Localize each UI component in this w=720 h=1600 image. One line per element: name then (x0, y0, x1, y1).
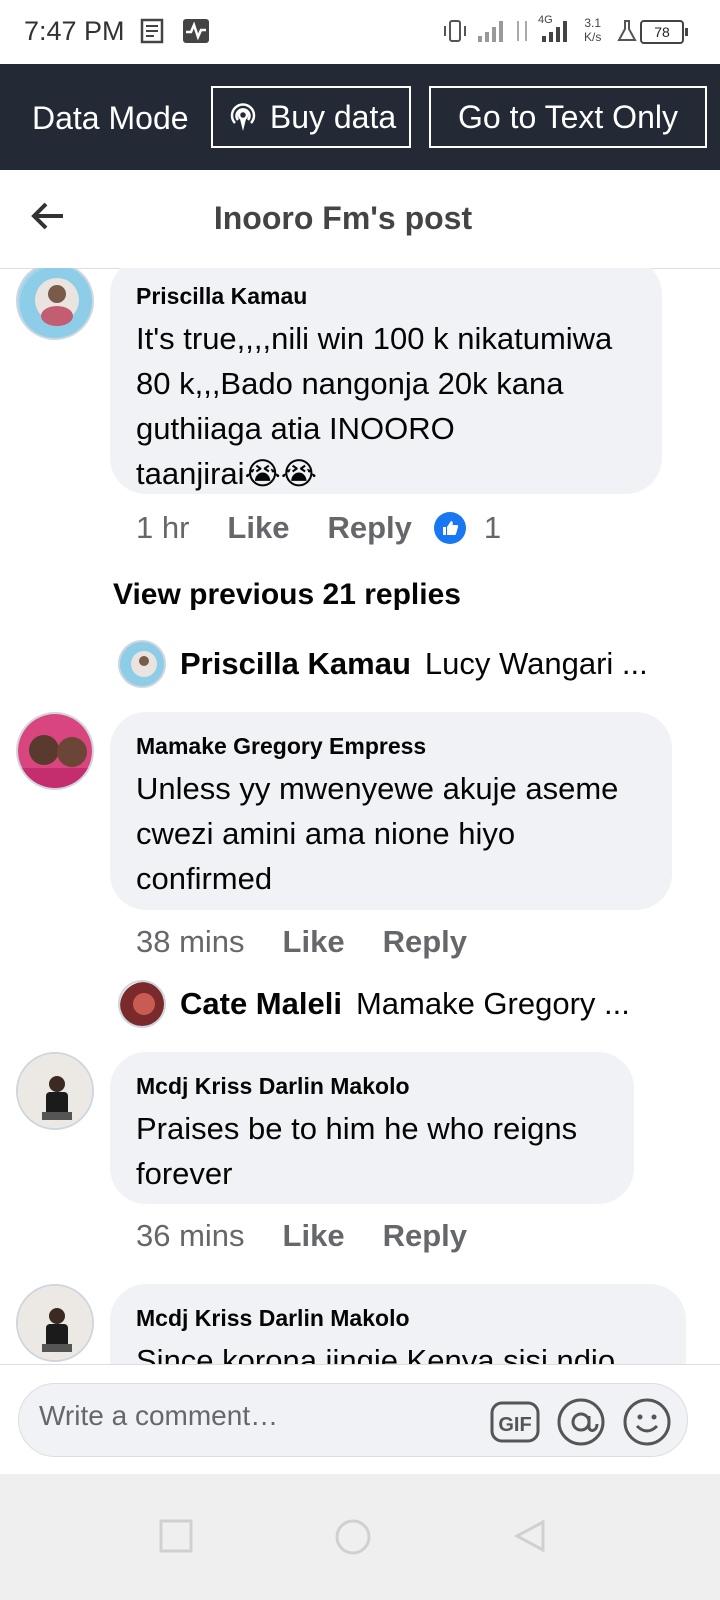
like-button[interactable]: Like (227, 510, 289, 546)
avatar[interactable] (16, 712, 94, 790)
reply-author: Cate Maleli (180, 986, 342, 1021)
reply-button[interactable]: Reply (383, 1218, 467, 1254)
comment-placeholder: Write a comment… (39, 1400, 279, 1431)
reply-button[interactable]: Reply (383, 924, 467, 960)
comment-author[interactable]: Mamake Gregory Empress (136, 730, 646, 762)
speed-unit: K/s (584, 30, 602, 44)
comment-author[interactable]: Mcdj Kriss Darlin Makolo (136, 1070, 608, 1102)
speed-value: 3.1 (584, 16, 602, 30)
at-icon[interactable] (555, 1396, 607, 1448)
comment-text: It's true,,,,nili win 100 k nikatumiwa 8… (136, 316, 636, 496)
thumbs-up-icon (433, 512, 466, 544)
comment-line: taanjirai😭😭 (136, 456, 318, 491)
view-previous-replies[interactable]: View previous 21 replies (113, 578, 461, 612)
comment-author[interactable]: Mcdj Kriss Darlin Makolo (136, 1302, 660, 1334)
comment-line: confirmed (136, 861, 273, 896)
data-mode-banner: Data Mode Buy data Go to Text Only (0, 64, 720, 170)
back-nav-icon[interactable] (512, 1518, 548, 1554)
comment-line: Unless yy mwenyewe akuje aseme (136, 771, 619, 806)
like-button[interactable]: Like (283, 924, 345, 960)
activity-icon (183, 19, 209, 43)
avatar-image (18, 1054, 92, 1128)
comment-text: Praises be to him he who reigns forever (136, 1106, 608, 1196)
page-title: Inooro Fm's post (213, 200, 473, 236)
comment-author[interactable]: Priscilla Kamau (136, 280, 636, 312)
battery-indicator: 78 (640, 20, 688, 44)
status-bar: 7:47 PM 4G 3.1 K/s 78 (0, 0, 720, 64)
comment-line: It's true,,,,nili win 100 k nikatumiwa (136, 321, 613, 356)
comment-time: 36 mins (136, 1218, 245, 1253)
vibrate-icon (444, 20, 466, 42)
signal-strength-icon (542, 21, 567, 42)
comment-time: 1 hr (136, 510, 190, 545)
post-header: Inooro Fm's post (0, 170, 720, 269)
reply-snippet: Lucy Wangari ... (424, 646, 648, 681)
comment-line: guthiiaga atia INOORO (136, 411, 455, 446)
avatar[interactable] (16, 1052, 94, 1130)
avatar (118, 640, 166, 688)
home-icon[interactable] (334, 1518, 372, 1556)
status-time: 7:47 PM (24, 16, 125, 46)
reply-button[interactable]: Reply (327, 510, 411, 546)
reply-snippet: Mamake Gregory ... (355, 986, 630, 1021)
svg-text:GIF: GIF (498, 1414, 531, 1436)
flask-icon (617, 20, 637, 41)
compose-area: Write a comment… GIF (0, 1364, 720, 1475)
avatar-image (18, 714, 92, 788)
comment-meta: 36 mins Like Reply (136, 1218, 467, 1254)
comment-bubble[interactable]: Mamake Gregory Empress Unless yy mwenyew… (110, 712, 672, 910)
buy-data-button[interactable]: Buy data (211, 86, 411, 148)
reply-preview[interactable]: Cate Maleli Mamake Gregory ... (118, 980, 630, 1028)
gif-icon[interactable]: GIF (489, 1396, 541, 1448)
comment-text: Unless yy mwenyewe akuje aseme cwezi ami… (136, 766, 646, 901)
broadcast-icon (230, 103, 256, 131)
comment-line: Praises be to him he who reigns (136, 1111, 578, 1146)
comment-meta: 38 mins Like Reply (136, 924, 467, 960)
comment-input[interactable]: Write a comment… GIF (18, 1383, 688, 1457)
text-only-button[interactable]: Go to Text Only (429, 86, 707, 148)
like-button[interactable]: Like (283, 1218, 345, 1254)
avatar (118, 980, 166, 1028)
comment-bubble[interactable]: Mcdj Kriss Darlin Makolo Praises be to h… (110, 1052, 634, 1204)
comment-line: cwezi amini ama nione hiyo (136, 816, 516, 851)
reaction-count[interactable]: 1 (484, 510, 501, 546)
comment-line: forever (136, 1156, 233, 1191)
news-icon (140, 18, 164, 44)
signal-icon (478, 21, 503, 42)
net-speed: 3.1 K/s (584, 16, 601, 44)
reply-preview[interactable]: Priscilla Kamau Lucy Wangari ... (118, 640, 648, 688)
comment-feed[interactable]: Priscilla Kamau It's true,,,,nili win 10… (0, 268, 720, 1394)
data-mode-label: Data Mode (32, 100, 189, 136)
recent-apps-icon[interactable] (158, 1518, 194, 1554)
system-nav-bar (0, 1474, 720, 1600)
buy-data-label: Buy data (269, 98, 397, 135)
comment-line: 80 k,,,Bado nangonja 20k kana (136, 366, 564, 401)
avatar[interactable] (16, 268, 94, 340)
comment-bubble[interactable]: Priscilla Kamau It's true,,,,nili win 10… (110, 268, 662, 494)
smiley-icon[interactable] (621, 1396, 673, 1448)
avatar-image (20, 268, 92, 338)
avatar[interactable] (16, 1284, 94, 1362)
reply-author: Priscilla Kamau (180, 646, 411, 681)
comment-meta: 1 hr Like Reply 1 (136, 510, 501, 546)
data-transfer-icon (517, 21, 527, 41)
avatar-image (18, 1286, 92, 1360)
comment-time: 38 mins (136, 924, 245, 959)
